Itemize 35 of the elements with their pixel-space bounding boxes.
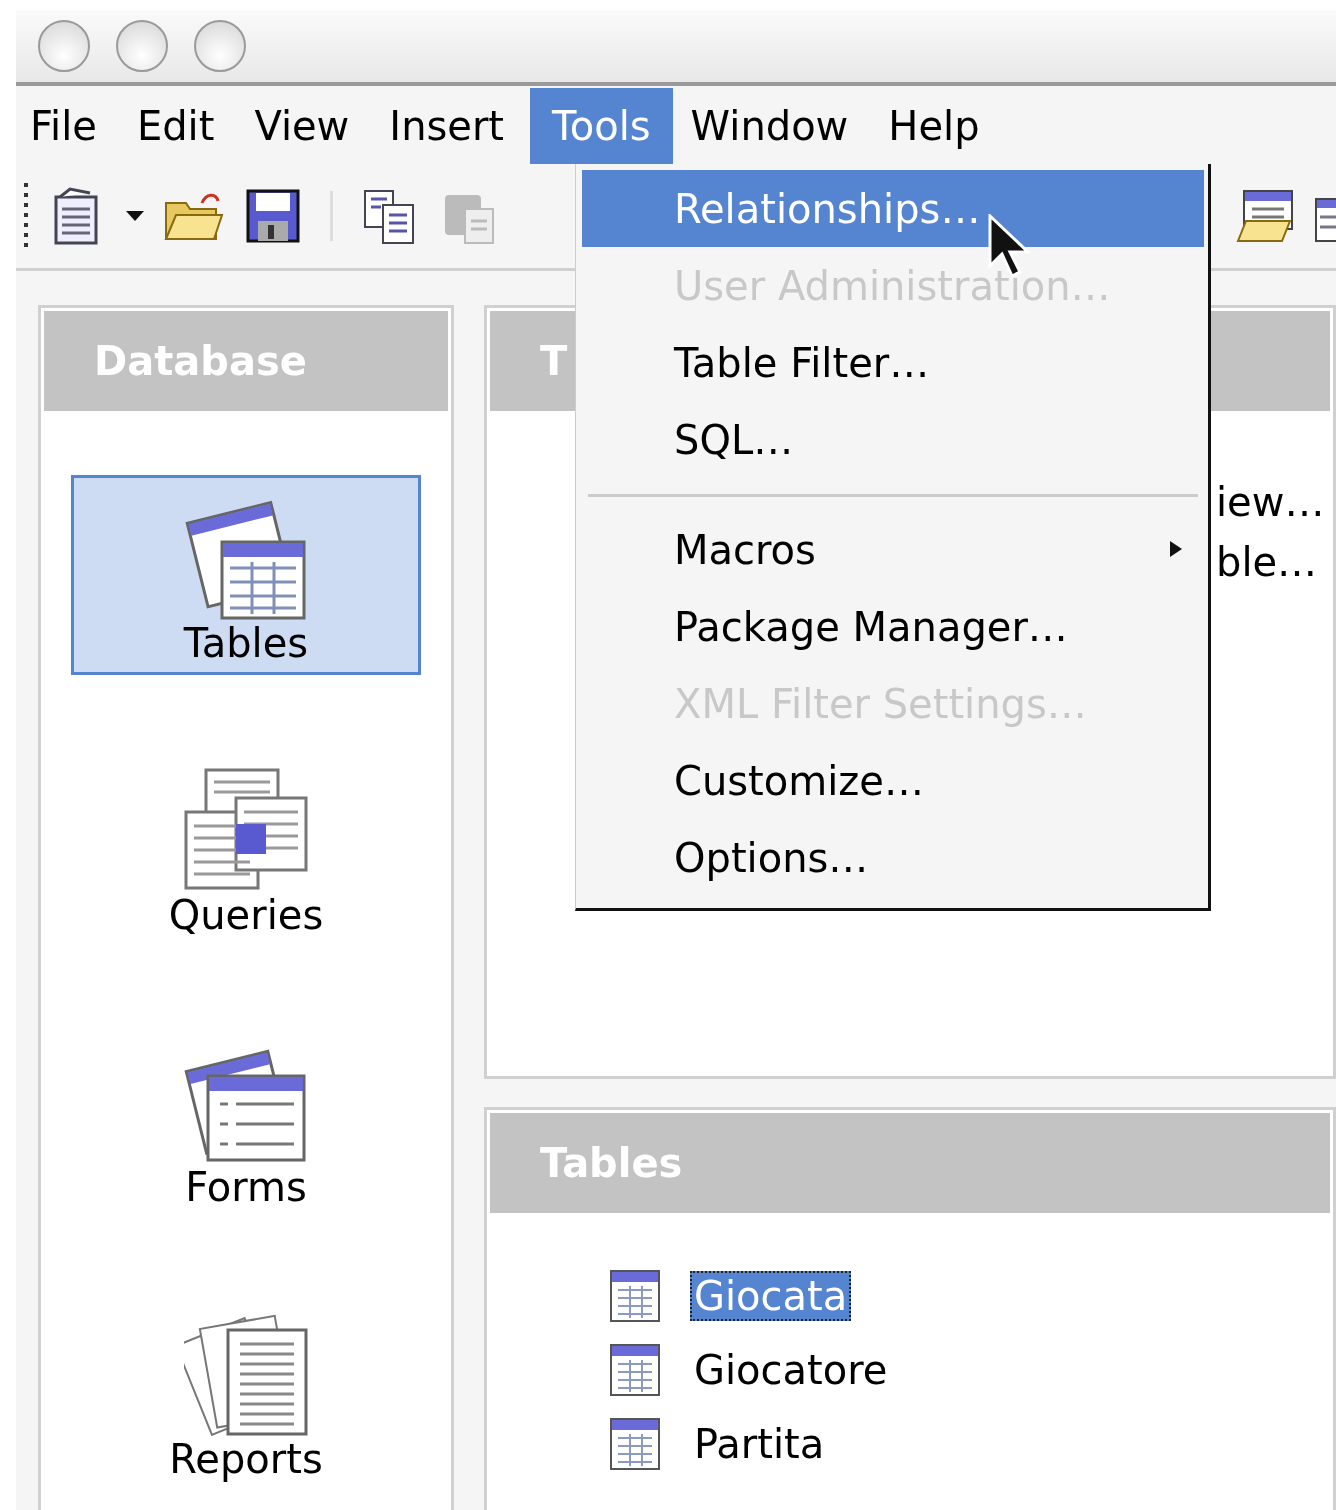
window-control-button[interactable] bbox=[194, 20, 246, 72]
task-link[interactable]: iew… bbox=[1216, 479, 1330, 525]
reports-icon bbox=[184, 1312, 308, 1436]
menu-item[interactable]: Package Manager… bbox=[582, 588, 1204, 665]
queries-icon bbox=[184, 768, 308, 892]
table-name[interactable]: Giocata bbox=[690, 1271, 852, 1321]
menu-item[interactable]: Window bbox=[676, 88, 871, 164]
menu-item[interactable]: Macros bbox=[582, 511, 1204, 588]
menu-item[interactable]: Tools bbox=[530, 88, 673, 164]
menu-item[interactable]: Relationships… bbox=[582, 170, 1204, 247]
menu-item[interactable]: Customize… bbox=[582, 742, 1204, 819]
menu-item[interactable]: Insert bbox=[375, 88, 527, 164]
sidebar-item[interactable]: Reports bbox=[71, 1291, 421, 1491]
toolbar-grip[interactable] bbox=[24, 183, 28, 249]
panel-title: Database bbox=[44, 311, 448, 411]
sidebar-item[interactable]: Tables bbox=[71, 475, 421, 675]
task-link[interactable]: ble… bbox=[1216, 539, 1330, 585]
table-name[interactable]: Partita bbox=[690, 1419, 829, 1469]
table-icon bbox=[610, 1418, 660, 1470]
menu-item[interactable]: Options… bbox=[582, 819, 1204, 896]
panel-title: Tables bbox=[490, 1113, 1330, 1213]
table-icon bbox=[610, 1344, 660, 1396]
table-icon bbox=[610, 1270, 660, 1322]
menu-item[interactable]: Help bbox=[874, 88, 1002, 164]
menu-item[interactable]: View bbox=[240, 88, 372, 164]
table-name[interactable]: Giocatore bbox=[690, 1345, 892, 1395]
window-control-button[interactable] bbox=[38, 20, 90, 72]
menu-item[interactable]: Table Filter… bbox=[582, 324, 1204, 401]
sidebar-item[interactable]: Queries bbox=[71, 747, 421, 947]
submenu-arrow-icon bbox=[1170, 541, 1182, 557]
dropdown-caret-icon[interactable] bbox=[126, 211, 144, 221]
menu-item[interactable]: Edit bbox=[122, 88, 237, 164]
menu-item[interactable]: File bbox=[16, 88, 119, 164]
window-control-button[interactable] bbox=[116, 20, 168, 72]
sidebar-item[interactable]: Forms bbox=[71, 1019, 421, 1219]
